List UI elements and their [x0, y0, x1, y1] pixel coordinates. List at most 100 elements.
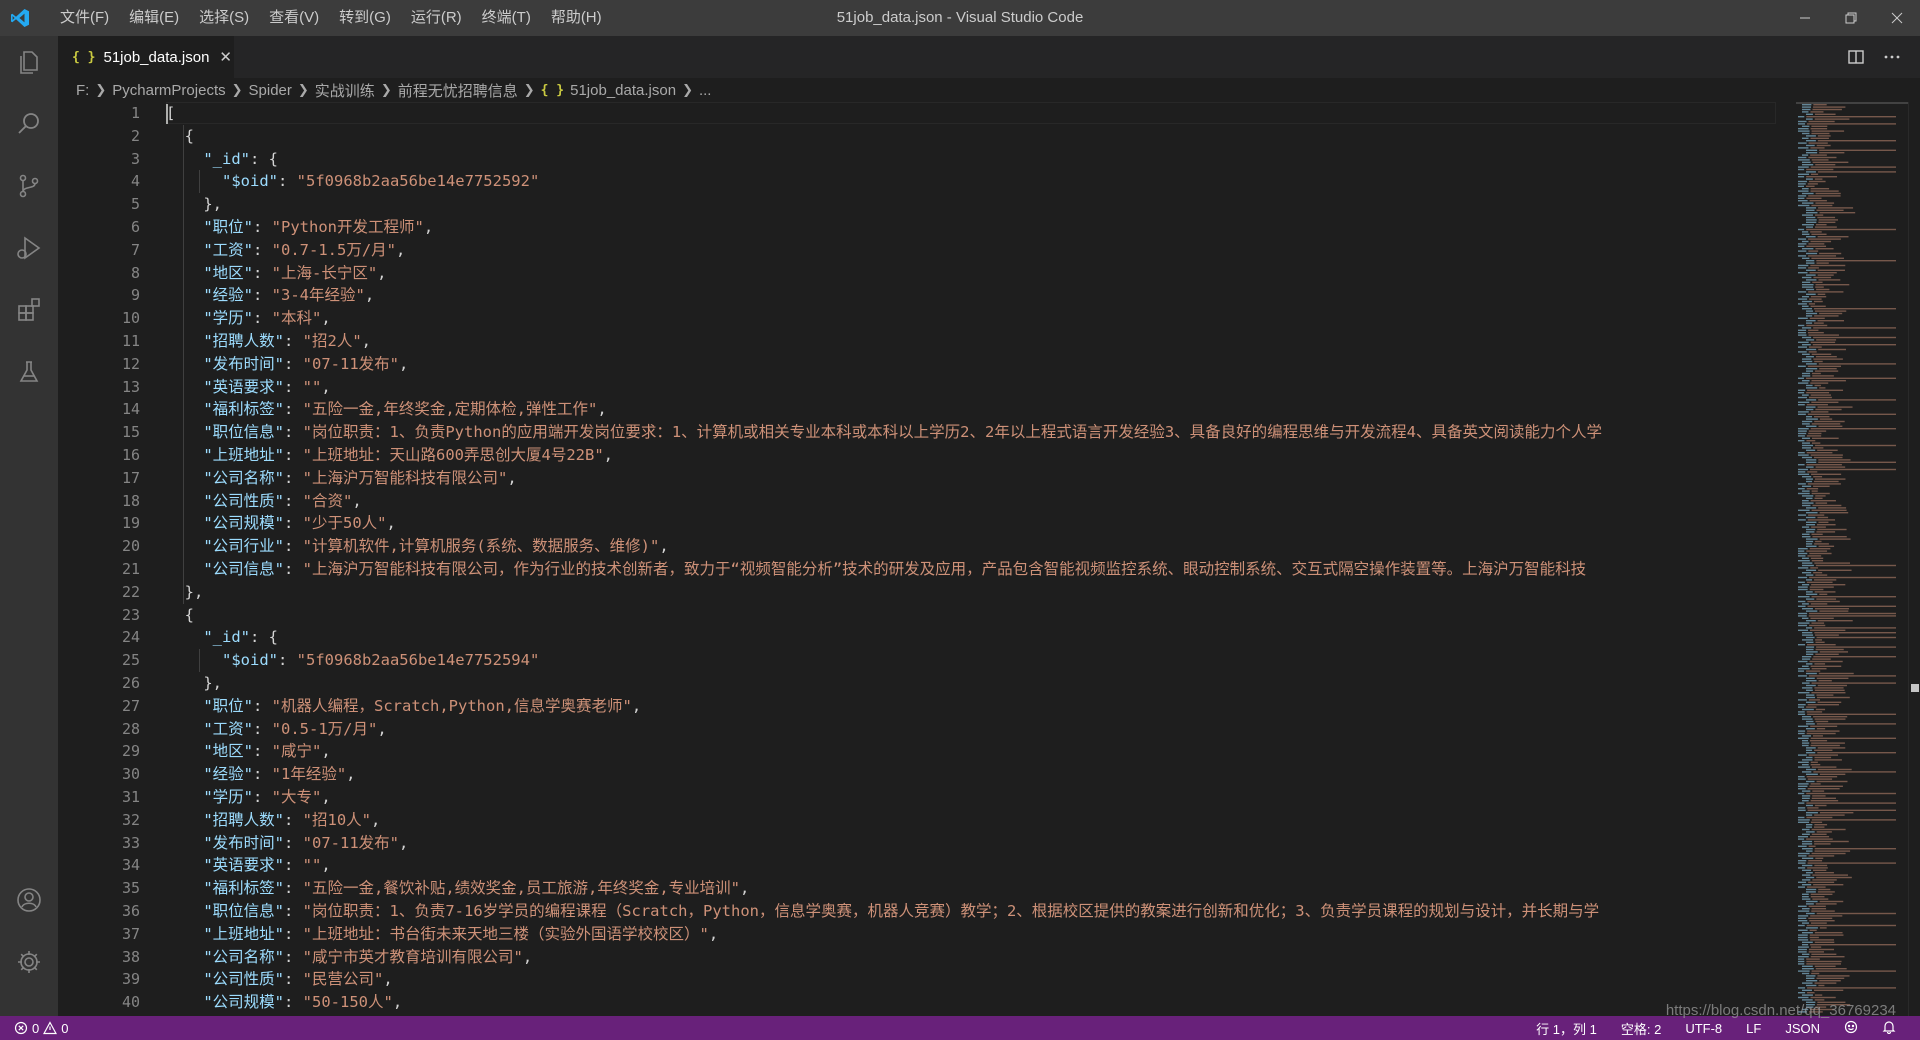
breadcrumb-training[interactable]: 实战训练 [315, 80, 375, 101]
tab-close-icon[interactable]: ✕ [219, 48, 232, 66]
code-line: "$oid": "5f0968b2aa56be14e7752594" [166, 649, 539, 672]
minimap-line [1806, 171, 1816, 173]
split-editor-icon[interactable] [1838, 39, 1874, 75]
code-line: "地区": "上海-长宁区", [166, 262, 386, 285]
status-encoding[interactable]: UTF-8 [1685, 1021, 1722, 1036]
minimap-line [1802, 833, 1810, 835]
more-actions-icon[interactable] [1874, 39, 1910, 75]
code-line: }, [166, 193, 222, 216]
menu-run[interactable]: 运行(R) [401, 0, 472, 36]
status-problems[interactable]: 0 0 [14, 1016, 72, 1040]
minimap-line [1798, 754, 1807, 756]
minimize-button[interactable] [1782, 0, 1828, 36]
minimap[interactable] [1796, 102, 1908, 1016]
status-right: 行 1，列 1 空格: 2 UTF-8 LF JSON [1524, 1016, 1908, 1040]
minimap-slider[interactable] [1796, 102, 1908, 104]
breadcrumb-symbol[interactable]: ... [699, 82, 712, 99]
vertical-scrollbar[interactable] [1908, 102, 1920, 1016]
indent-guide [199, 170, 200, 194]
minimap-line [1802, 999, 1813, 1001]
notifications-bell-icon[interactable] [1882, 1020, 1896, 1037]
feedback-icon[interactable] [1844, 1020, 1858, 1037]
minimap-line [1802, 682, 1810, 684]
minimap-line [1802, 353, 1810, 355]
line-number: 10 [121, 309, 140, 328]
status-indentation[interactable]: 空格: 2 [1621, 1019, 1661, 1038]
minimap-line [1808, 396, 1832, 399]
text-cursor [166, 104, 168, 124]
extensions-icon[interactable] [13, 294, 45, 326]
run-debug-icon[interactable] [13, 232, 45, 264]
minimap-line [1798, 778, 1806, 780]
explorer-icon[interactable] [13, 46, 45, 78]
code-editor[interactable]: 1 2 3 4 5 6 7 8 9 10 11 12 13 14 15 16 17 18 19 20 21 22 23 24 2… [58, 102, 1784, 1016]
testing-icon[interactable] [13, 356, 45, 388]
minimap-line [1798, 867, 1806, 869]
minimap-line [1806, 696, 1816, 699]
chevron-right-icon: ❯ [297, 82, 309, 97]
minimap-line [1806, 826, 1813, 828]
minimap-line [1814, 843, 1831, 845]
source-control-icon[interactable] [13, 170, 45, 202]
minimap-line [1813, 300, 1823, 303]
minimap-line [1811, 766, 1837, 768]
minimap-line [1807, 555, 1822, 557]
code-content[interactable]: [ { "_id": { "$oid": "5f0968b2aa56be14e7… [166, 102, 1784, 1016]
minimap-line [1798, 905, 1807, 907]
json-punctuation: : [284, 537, 303, 556]
scrollbar-thumb[interactable] [1911, 684, 1919, 692]
minimap-line [1815, 639, 1823, 641]
line-number: 21 [121, 560, 140, 578]
minimap-line [1811, 819, 1896, 821]
minimap-line [1813, 358, 1843, 360]
minimap-line [1802, 504, 1811, 507]
minimap-line [1806, 274, 1816, 276]
minimap-line [1806, 464, 1842, 466]
json-string: "少于50人" [302, 514, 387, 533]
minimap-line [1819, 900, 1844, 903]
minimap-line [1814, 608, 1849, 610]
account-icon[interactable] [13, 884, 45, 916]
settings-gear-icon[interactable] [13, 946, 45, 978]
close-window-button[interactable] [1874, 0, 1920, 36]
minimap-line [1816, 831, 1832, 833]
minimap-line [1806, 348, 1817, 351]
restore-button[interactable] [1828, 0, 1874, 36]
json-punctuation: : [253, 309, 272, 328]
minimap-line [1798, 291, 1807, 293]
menu-file[interactable]: 文件(F) [50, 0, 119, 36]
menu-help[interactable]: 帮助(H) [541, 0, 612, 36]
menu-go[interactable]: 转到(G) [329, 0, 401, 36]
line-number: 26 [121, 674, 140, 692]
tab-51job-data-json[interactable]: { } 51job_data.json ✕ [58, 36, 234, 78]
minimap-line [1810, 996, 1836, 999]
minimap-line [1815, 720, 1829, 723]
minimap-line [1816, 209, 1844, 211]
line-number: 11 [121, 332, 140, 350]
minimap-line [1798, 435, 1805, 437]
breadcrumb-drive[interactable]: F: [76, 82, 89, 99]
warning-icon [43, 1021, 58, 1035]
search-icon[interactable] [13, 108, 45, 140]
minimap-line [1813, 106, 1846, 108]
line-number: 5 [130, 195, 140, 214]
status-language[interactable]: JSON [1785, 1021, 1820, 1036]
minimap-line [1802, 658, 1811, 660]
minimap-line [1809, 576, 1896, 579]
minimap-line [1806, 747, 1816, 749]
breadcrumb-pycharmprojects[interactable]: PycharmProjects [112, 82, 225, 99]
minimap-line [1798, 660, 1808, 663]
menu-selection[interactable]: 选择(S) [189, 0, 259, 36]
menu-terminal[interactable]: 终端(T) [472, 0, 541, 36]
json-punctuation: { [166, 605, 194, 624]
minimap-line [1798, 272, 1808, 274]
menu-view[interactable]: 查看(V) [259, 0, 329, 36]
breadcrumb-file[interactable]: 51job_data.json [570, 82, 676, 99]
status-cursor-position[interactable]: 行 1，列 1 [1536, 1019, 1597, 1038]
minimap-line [1819, 927, 1827, 929]
menu-edit[interactable]: 编辑(E) [119, 0, 189, 36]
status-eol[interactable]: LF [1746, 1021, 1761, 1036]
breadcrumb-folder[interactable]: 前程无忧招聘信息 [398, 80, 518, 101]
minimap-line [1798, 142, 1807, 144]
breadcrumb-spider[interactable]: Spider [249, 82, 292, 99]
